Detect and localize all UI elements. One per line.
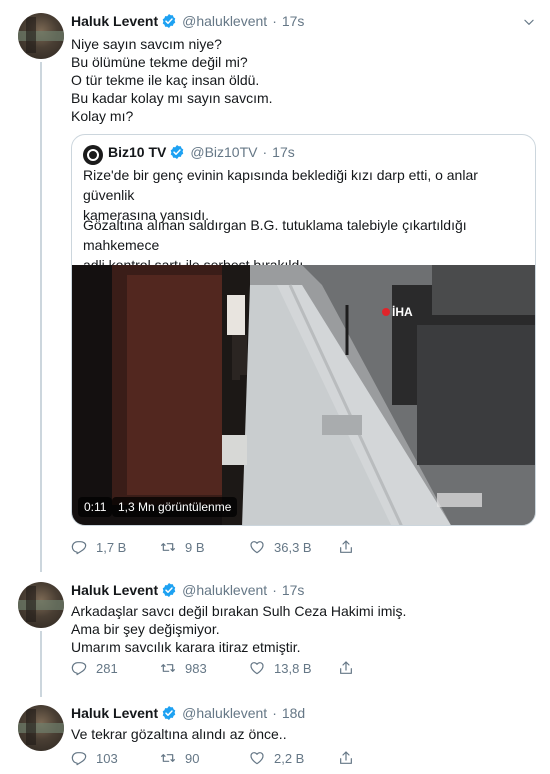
share-icon	[338, 750, 354, 766]
like-button[interactable]: 2,2 B	[249, 750, 304, 766]
share-button[interactable]	[338, 539, 363, 555]
like-icon	[249, 660, 265, 676]
like-icon	[249, 539, 265, 555]
quoted-header: Biz10 TV @Biz10TV · 17s	[108, 144, 295, 160]
text-line: Kolay mı?	[71, 108, 134, 124]
author-name[interactable]: Haluk Levent	[71, 705, 158, 721]
text-line: Bu ölümüne tekme değil mi?	[71, 54, 248, 70]
like-icon	[249, 750, 265, 766]
retweet-button[interactable]: 90	[160, 750, 199, 766]
tweet-header: Haluk Levent @haluklevent · 17s	[71, 13, 304, 29]
thread-connector	[40, 631, 42, 697]
text-line: Gözaltına alınan saldırgan B.G. tutuklam…	[83, 217, 467, 253]
separator-dot: ·	[272, 582, 277, 598]
retweet-icon	[160, 539, 176, 555]
tweet-header: Haluk Levent @haluklevent · 18d	[71, 705, 305, 721]
like-count: 13,8 B	[274, 660, 312, 676]
retweet-icon	[160, 660, 176, 676]
avatar[interactable]	[18, 13, 64, 59]
text-line: O tür tekme ile kaç insan öldü.	[71, 72, 260, 88]
share-button[interactable]	[338, 660, 363, 676]
quoted-avatar[interactable]	[83, 145, 103, 165]
reply-count: 281	[96, 660, 118, 676]
reply-count: 1,7 B	[96, 539, 127, 555]
tweet-2[interactable]: Haluk Levent @haluklevent · 17s Arkadaşl…	[0, 570, 550, 697]
tweet-1[interactable]: Haluk Levent @haluklevent · 17s Niye say…	[0, 0, 550, 572]
tweet-actions: 1,7 B 9 B 36,3 B	[71, 539, 371, 559]
reply-icon	[71, 539, 87, 555]
reply-button[interactable]: 281	[71, 660, 118, 676]
text-line: Arkadaşlar savcı değil bırakan Sulh Ceza…	[71, 603, 407, 619]
like-button[interactable]: 36,3 B	[249, 539, 312, 555]
tweet-text: Ve tekrar gözaltına alındı az önce..	[71, 725, 521, 743]
text-line: Ama bir şey değişmiyor.	[71, 621, 220, 637]
tweet-header: Haluk Levent @haluklevent · 17s	[71, 582, 304, 598]
quoted-tweet[interactable]: Biz10 TV @Biz10TV · 17s Rize'de bir genç…	[71, 134, 536, 526]
retweet-count: 983	[185, 660, 207, 676]
separator-dot: ·	[272, 705, 277, 721]
separator-dot: ·	[262, 144, 268, 160]
tweet-actions: 103 90 2,2 B	[71, 750, 371, 770]
verified-badge-icon	[161, 13, 177, 29]
text-line: Niye sayın savcım niye?	[71, 36, 222, 52]
verified-badge-icon	[161, 705, 177, 721]
verified-badge-icon	[161, 582, 177, 598]
author-name[interactable]: Haluk Levent	[71, 582, 158, 598]
retweet-count: 90	[185, 750, 200, 766]
share-icon	[338, 539, 354, 555]
reply-button[interactable]: 1,7 B	[71, 539, 126, 555]
author-handle[interactable]: @haluklevent	[182, 705, 267, 721]
video-views: 1,3 Mn görüntülenme	[112, 497, 238, 517]
quoted-author-handle[interactable]: @Biz10TV	[190, 144, 257, 160]
like-count: 2,2 B	[274, 750, 305, 766]
watermark-text: İHA	[392, 305, 413, 319]
like-button[interactable]: 13,8 B	[249, 660, 312, 676]
tweet-text: Arkadaşlar savcı değil bırakan Sulh Ceza…	[71, 602, 521, 656]
avatar[interactable]	[18, 705, 64, 751]
chevron-down-icon[interactable]	[522, 15, 536, 29]
video-duration: 0:11	[78, 497, 113, 517]
quoted-time[interactable]: 17s	[272, 144, 295, 160]
tweet-3[interactable]: Haluk Levent @haluklevent · 18d Ve tekra…	[0, 693, 550, 774]
separator-dot: ·	[272, 13, 277, 29]
tweet-time[interactable]: 17s	[282, 582, 305, 598]
reply-icon	[71, 660, 87, 676]
text-line: Ve tekrar gözaltına alındı az önce..	[71, 726, 287, 742]
author-handle[interactable]: @haluklevent	[182, 13, 267, 29]
reply-icon	[71, 750, 87, 766]
text-line: Bu kadar kolay mı sayın savcım.	[71, 90, 273, 106]
share-icon	[338, 660, 354, 676]
share-button[interactable]	[338, 750, 363, 766]
tweet-actions: 281 983 13,8 B	[71, 660, 371, 680]
avatar[interactable]	[18, 582, 64, 628]
reply-count: 103	[96, 750, 118, 766]
text-line: Rize'de bir genç evinin kapısında bekled…	[83, 167, 478, 203]
tweet-time[interactable]: 18d	[282, 705, 305, 721]
author-name[interactable]: Haluk Levent	[71, 13, 158, 29]
text-line: Umarım savcılık karara itiraz etmiştir.	[71, 639, 301, 655]
watermark: İHA	[382, 305, 413, 319]
quoted-author-name[interactable]: Biz10 TV	[108, 144, 166, 160]
video-player[interactable]: İHA 0:11 1,3 Mn görüntülenme	[72, 265, 535, 525]
reply-button[interactable]: 103	[71, 750, 118, 766]
retweet-button[interactable]: 9 B	[160, 539, 205, 555]
retweet-icon	[160, 750, 176, 766]
tweet-time[interactable]: 17s	[282, 13, 305, 29]
retweet-count: 9 B	[185, 539, 205, 555]
video-frame	[72, 265, 535, 525]
tweet-text: Niye sayın savcım niye? Bu ölümüne tekme…	[71, 35, 521, 125]
author-handle[interactable]: @haluklevent	[182, 582, 267, 598]
verified-badge-icon	[169, 144, 185, 160]
watermark-dot	[382, 308, 390, 316]
retweet-button[interactable]: 983	[160, 660, 207, 676]
thread-connector	[40, 62, 42, 572]
like-count: 36,3 B	[274, 539, 312, 555]
